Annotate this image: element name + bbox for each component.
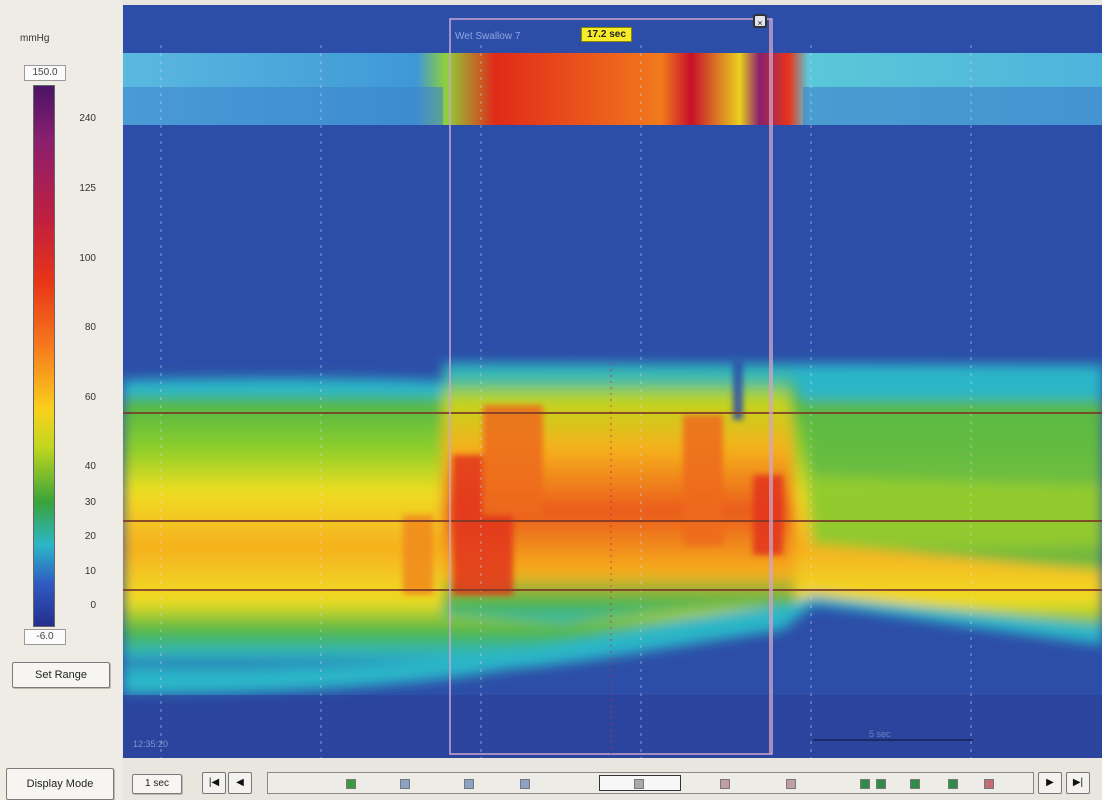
- unit-label: mmHg: [20, 33, 50, 44]
- scale-tick: 80: [84, 322, 96, 333]
- timeline-event-marker[interactable]: [634, 779, 644, 789]
- timeline-event-marker[interactable]: [720, 779, 730, 789]
- timeline-event-marker[interactable]: [948, 779, 958, 789]
- timeline-event-marker[interactable]: [984, 779, 994, 789]
- time-stamp: 12:35:20: [133, 739, 169, 749]
- next-icon[interactable]: ▶: [1038, 772, 1062, 794]
- swallow-label: Wet Swallow 7: [455, 31, 521, 42]
- timeline-event-marker[interactable]: [786, 779, 796, 789]
- scale-tick: 125: [79, 183, 96, 194]
- timeline-event-marker[interactable]: [520, 779, 530, 789]
- color-scale-panel: mmHg 150.0 240 125 100 80 60 40 30 20 10…: [0, 0, 122, 800]
- set-range-button[interactable]: Set Range: [12, 662, 110, 688]
- range-min-field[interactable]: -6.0: [24, 629, 66, 645]
- first-icon[interactable]: |◀: [202, 772, 226, 794]
- scale-tick: 40: [84, 461, 96, 472]
- time-scale-label: 5 sec: [869, 729, 891, 739]
- display-mode-button[interactable]: Display Mode: [6, 768, 114, 800]
- scale-tick: 0: [90, 600, 96, 611]
- timeline-event-marker[interactable]: [860, 779, 870, 789]
- zoom-button[interactable]: 1 sec: [132, 774, 182, 794]
- pressure-topography-plot[interactable]: Wet Swallow 7 17.2 sec × 12:35:20 5 sec: [123, 5, 1102, 758]
- timeline-event-marker[interactable]: [464, 779, 474, 789]
- topography-canvas: [123, 18, 1102, 758]
- timeline-event-marker[interactable]: [876, 779, 886, 789]
- navigation-bar: 1 sec |◀ ◀ ▶ ▶|: [122, 758, 1102, 800]
- previous-icon[interactable]: ◀: [228, 772, 252, 794]
- time-scale-arrow: [813, 739, 973, 741]
- scale-tick: 20: [84, 531, 96, 542]
- timeline-event-marker[interactable]: [910, 779, 920, 789]
- range-max-field[interactable]: 150.0: [24, 65, 66, 81]
- timeline-event-marker[interactable]: [400, 779, 410, 789]
- swallow-duration-badge: 17.2 sec: [581, 27, 632, 42]
- pressure-color-bar: [33, 85, 55, 627]
- scale-tick: 240: [79, 113, 96, 124]
- scale-tick: 60: [84, 392, 96, 403]
- scale-tick: 30: [84, 497, 96, 508]
- timeline-overview[interactable]: [267, 772, 1034, 794]
- last-icon[interactable]: ▶|: [1066, 772, 1090, 794]
- timeline-event-marker[interactable]: [346, 779, 356, 789]
- scale-tick: 100: [79, 253, 96, 264]
- scale-tick: 10: [84, 566, 96, 577]
- close-selection-icon[interactable]: ×: [753, 14, 767, 28]
